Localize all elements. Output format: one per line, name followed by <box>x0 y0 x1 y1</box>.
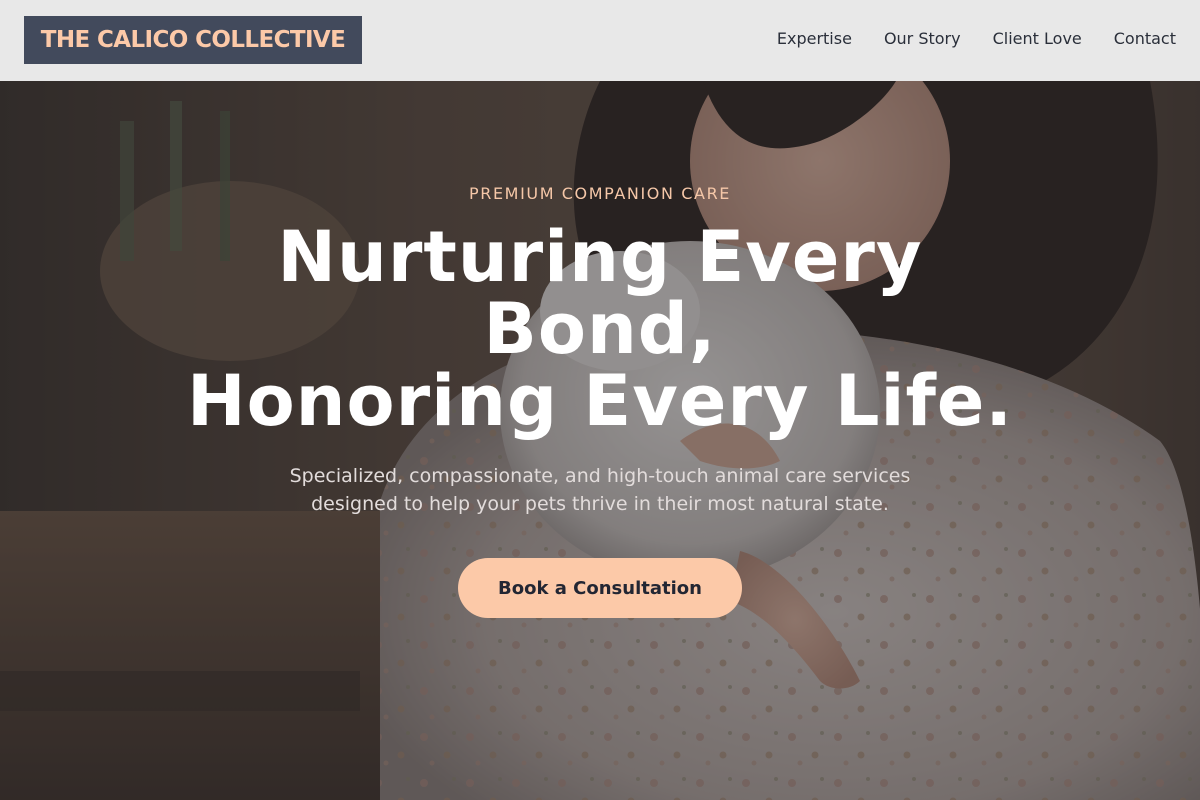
hero-eyebrow: PREMIUM COMPANION CARE <box>468 184 732 203</box>
nav-link-our-story[interactable]: Our Story <box>884 29 961 48</box>
nav-item-expertise: Expertise <box>777 29 852 49</box>
nav-link-client-love[interactable]: Client Love <box>993 29 1082 48</box>
hero-content: PREMIUM COMPANION CARE Nurturing Every B… <box>0 81 1200 800</box>
book-consultation-button[interactable]: Book a Consultation <box>458 558 742 618</box>
hero-subtext: Specialized, compassionate, and high-tou… <box>250 462 950 518</box>
hero-headline-line-1: Nurturing Every <box>277 216 923 298</box>
nav-item-client-love: Client Love <box>993 29 1082 49</box>
site-header: THE CALICO COLLECTIVE Expertise Our Stor… <box>0 0 1200 81</box>
page: THE CALICO COLLECTIVE Expertise Our Stor… <box>0 0 1200 800</box>
hero-headline: Nurturing Every Bond, Honoring Every Lif… <box>150 221 1050 437</box>
nav-link-contact[interactable]: Contact <box>1114 29 1176 48</box>
hero-subtext-line-1: Specialized, compassionate, and high-tou… <box>289 465 911 487</box>
hero-subtext-line-2: designed to help your pets thrive in the… <box>311 493 889 515</box>
nav-item-contact: Contact <box>1114 29 1176 49</box>
nav-link-expertise[interactable]: Expertise <box>777 29 852 48</box>
nav-item-our-story: Our Story <box>884 29 961 49</box>
hero-headline-line-3: Honoring Every Life. <box>187 360 1013 442</box>
logo[interactable]: THE CALICO COLLECTIVE <box>24 16 362 64</box>
main-nav: Expertise Our Story Client Love Contact <box>777 29 1176 49</box>
hero-headline-line-2: Bond, <box>483 288 717 370</box>
hero-section: PREMIUM COMPANION CARE Nurturing Every B… <box>0 81 1200 800</box>
